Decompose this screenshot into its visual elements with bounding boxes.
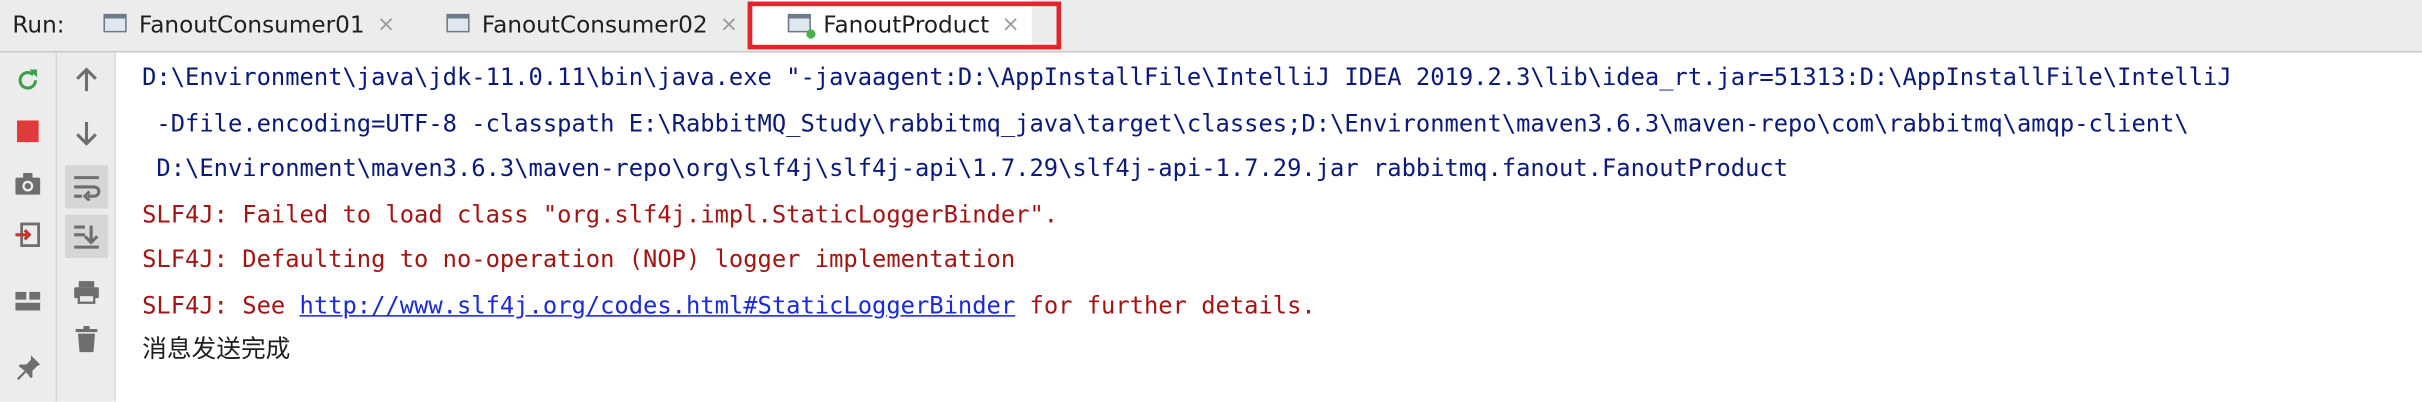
log-prefix: SLF4J: See — [142, 291, 300, 320]
tab-highlight-box — [747, 1, 1062, 50]
pin-icon[interactable] — [9, 349, 46, 386]
dump-threads-icon[interactable] — [9, 165, 46, 202]
slf4j-docs-link[interactable]: http://www.slf4j.org/codes.html#StaticLo… — [300, 292, 1016, 320]
tab-label: FanoutConsumer02 — [481, 10, 708, 39]
log-suffix: for further details. — [1015, 291, 1316, 320]
layout-icon[interactable] — [9, 283, 46, 320]
rerun-icon[interactable] — [9, 62, 46, 99]
soft-wrap-icon[interactable] — [64, 165, 109, 209]
tab-fanout-consumer01[interactable]: FanoutConsumer01 × — [103, 0, 395, 49]
tab-fanout-consumer02[interactable]: FanoutConsumer02 × — [446, 0, 738, 49]
log-error-line-with-link: SLF4J: See http://www.slf4j.org/codes.ht… — [142, 290, 1316, 321]
run-config-icon — [103, 13, 128, 36]
close-icon[interactable]: × — [377, 12, 395, 37]
console-toolbar — [57, 52, 116, 402]
command-line: -Dfile.encoding=UTF-8 -classpath E:\Rabb… — [142, 109, 2189, 138]
trash-icon[interactable] — [68, 321, 105, 358]
run-toolbar — [0, 52, 58, 402]
run-tool-window: Run: FanoutConsumer01 × FanoutConsumer02… — [0, 0, 2422, 402]
stop-icon[interactable] — [9, 113, 46, 150]
scroll-to-end-icon[interactable] — [64, 214, 109, 258]
run-label: Run: — [12, 10, 65, 39]
command-line: D:\Environment\java\jdk-11.0.11\bin\java… — [142, 63, 2232, 92]
log-error-line: SLF4J: Failed to load class "org.slf4j.i… — [142, 200, 1059, 229]
program-output-line: 消息发送完成 — [142, 333, 291, 363]
tab-label: FanoutConsumer01 — [139, 10, 365, 39]
console-output[interactable]: D:\Environment\java\jdk-11.0.11\bin\java… — [115, 52, 2422, 402]
log-error-line: SLF4J: Defaulting to no-operation (NOP) … — [142, 245, 1016, 274]
command-line: D:\Environment\maven3.6.3\maven-repo\org… — [142, 154, 1789, 183]
up-arrow-icon[interactable] — [68, 62, 105, 99]
run-tab-bar: Run: FanoutConsumer01 × FanoutConsumer02… — [0, 0, 2422, 53]
restore-layout-icon[interactable] — [9, 216, 46, 253]
print-icon[interactable] — [68, 273, 105, 310]
down-arrow-icon[interactable] — [68, 114, 105, 151]
run-config-icon — [446, 13, 471, 36]
close-icon[interactable]: × — [720, 12, 738, 37]
